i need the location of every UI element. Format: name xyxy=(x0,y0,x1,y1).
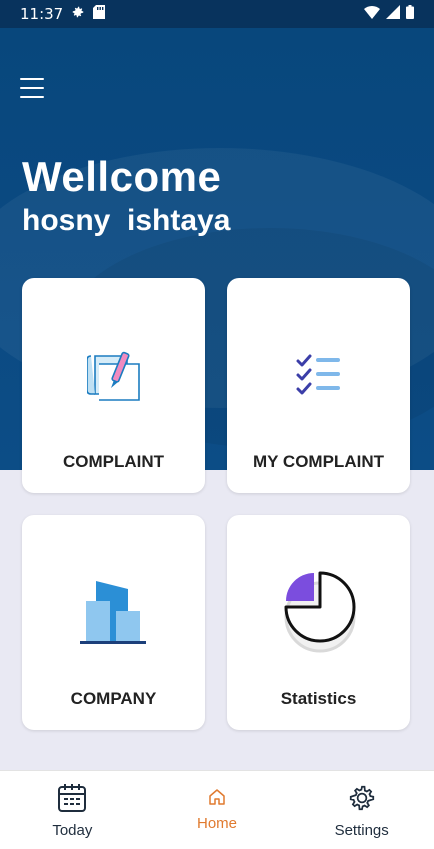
battery-icon xyxy=(406,5,414,23)
status-bar: 11:37 xyxy=(0,0,434,28)
sd-card-icon xyxy=(93,5,106,23)
checklist-icon xyxy=(295,354,343,401)
document-pen-icon xyxy=(85,350,141,407)
signal-icon xyxy=(386,5,400,23)
nav-settings[interactable]: Settings xyxy=(289,771,434,849)
nav-home[interactable]: Home xyxy=(145,771,290,849)
user-name: hosny ishtaya xyxy=(22,204,231,237)
pie-chart-icon xyxy=(282,569,356,660)
status-left: 11:37 xyxy=(20,5,106,23)
gear-icon xyxy=(71,5,85,23)
my-complaint-card[interactable]: MY COMPLAINT xyxy=(227,278,410,493)
nav-today[interactable]: Today xyxy=(0,771,145,849)
status-time: 11:37 xyxy=(20,5,64,23)
company-card[interactable]: COMPANY xyxy=(22,515,205,730)
company-label: COMPANY xyxy=(70,689,157,708)
my-complaint-label: MY COMPLAINT xyxy=(253,452,384,471)
nav-today-label: Today xyxy=(52,822,93,839)
nav-home-label: Home xyxy=(197,815,238,832)
statistics-label: Statistics xyxy=(280,689,357,708)
home-icon xyxy=(208,783,226,811)
statistics-card[interactable]: Statistics xyxy=(227,515,410,730)
gear-icon xyxy=(347,783,377,818)
complaint-card[interactable]: COMPLAINT xyxy=(22,278,205,493)
nav-settings-label: Settings xyxy=(334,822,389,839)
welcome-title: Wellcome xyxy=(22,153,222,200)
calendar-icon xyxy=(57,783,87,818)
wifi-icon xyxy=(364,5,380,23)
status-right xyxy=(364,5,414,23)
buildings-icon xyxy=(79,579,148,652)
bottom-navigation: Today Home Settings xyxy=(0,770,434,849)
complaint-label: COMPLAINT xyxy=(62,452,165,471)
hamburger-menu-icon[interactable] xyxy=(20,78,44,98)
